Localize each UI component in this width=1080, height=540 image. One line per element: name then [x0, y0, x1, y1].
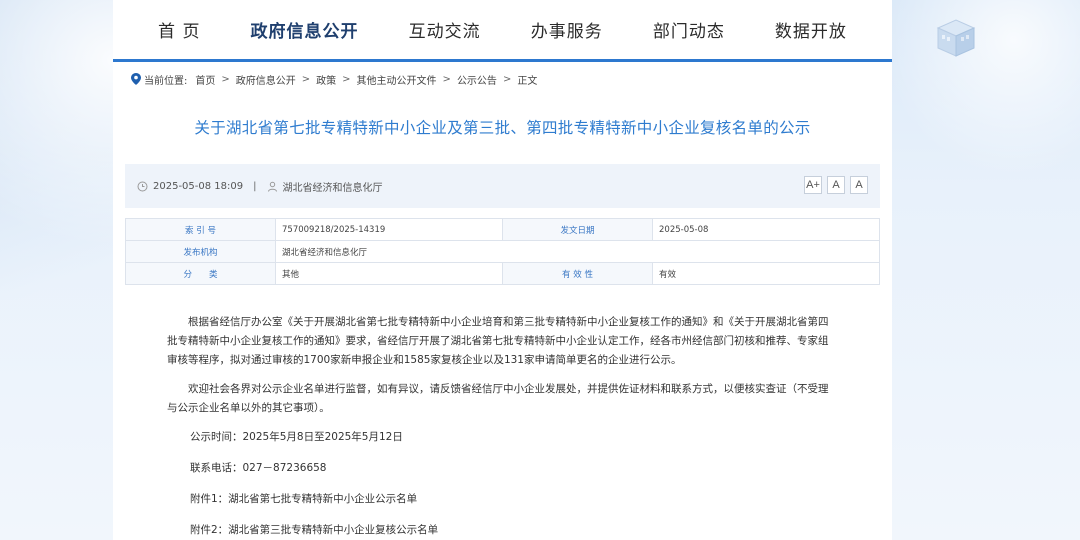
article-source: 湖北省经济和信息化厅	[282, 182, 383, 194]
document-info-table: 索 引 号 757009218/2025-14319 发文日期 2025-05-…	[125, 218, 880, 285]
table-label: 发文日期	[502, 218, 653, 241]
table-value: 其他	[275, 262, 503, 285]
nav-item-services[interactable]: 办事服务	[531, 17, 603, 42]
publish-datetime: 2025-05-08 18:09	[153, 180, 244, 192]
breadcrumb-current: 正文	[517, 75, 538, 87]
table-row: 分 类 其他 有 效 性 有效	[125, 262, 880, 285]
font-size-controls: A+ A A	[804, 176, 868, 194]
article-meta-bar: 2025-05-08 18:09 | 湖北省经济和信息化厅 A+ A A	[125, 164, 880, 208]
breadcrumb-announcements[interactable]: 公示公告	[457, 72, 497, 87]
breadcrumb-other-files[interactable]: 其他主动公开文件	[357, 72, 437, 87]
person-icon	[267, 181, 277, 192]
breadcrumb: 当前位置: 首页 > 政府信息公开 > 政策 > 其他主动公开文件 > 公示公告…	[113, 62, 892, 96]
nav-item-home[interactable]: 首 页	[158, 17, 200, 42]
table-row: 发布机构 湖北省经济和信息化厅	[125, 240, 880, 263]
font-decrease-button[interactable]: A	[850, 176, 868, 194]
breadcrumb-separator: >	[502, 73, 512, 85]
breadcrumb-government-info[interactable]: 政府信息公开	[236, 72, 296, 87]
breadcrumb-home[interactable]: 首页	[195, 72, 215, 87]
nav-item-government-info[interactable]: 政府信息公开	[251, 17, 359, 42]
table-row: 索 引 号 757009218/2025-14319 发文日期 2025-05-…	[125, 218, 880, 241]
body-paragraph: 根据省经信厅办公室《关于开展湖北省第七批专精特新中小企业培育和第三批专精特新中小…	[167, 316, 829, 366]
breadcrumb-separator: >	[221, 73, 230, 85]
announcement-period: 公示时间：2025年5月8日至2025年5月12日	[190, 431, 403, 443]
table-value: 湖北省经济和信息化厅	[275, 240, 880, 263]
breadcrumb-separator: >	[301, 73, 311, 85]
body-paragraph: 欢迎社会各界对公示企业名单进行监督，如有异议，请反馈省经信厅中小企业发展处，并提…	[167, 383, 829, 414]
nav-item-open-data[interactable]: 数据开放	[775, 17, 847, 42]
breadcrumb-separator: >	[342, 73, 351, 85]
table-value: 757009218/2025-14319	[275, 218, 503, 241]
nav-item-interaction[interactable]: 互动交流	[409, 17, 481, 42]
location-pin-icon	[131, 73, 141, 85]
table-label: 索 引 号	[125, 218, 276, 241]
article-body: 根据省经信厅办公室《关于开展湖北省第七批专精特新中小企业培育和第三批专精特新中小…	[167, 313, 838, 540]
city-buildings-icon	[936, 19, 976, 57]
clock-icon	[137, 181, 148, 191]
font-default-button[interactable]: A	[827, 176, 845, 194]
main-content: 首 页 政府信息公开 互动交流 办事服务 部门动态 数据开放 当前位置: 首页 …	[113, 0, 892, 540]
article-title: 关于湖北省第七批专精特新中小企业及第三批、第四批专精特新中小企业复核名单的公示	[194, 119, 811, 137]
table-value: 2025-05-08	[652, 218, 880, 241]
attachment-link-2[interactable]: 附件2：湖北省第三批专精特新中小企业复核公示名单	[167, 521, 838, 540]
table-label: 分 类	[125, 262, 276, 285]
breadcrumb-separator: >	[442, 73, 451, 85]
table-label: 发布机构	[125, 240, 276, 263]
main-navigation: 首 页 政府信息公开 互动交流 办事服务 部门动态 数据开放	[113, 0, 892, 62]
contact-phone: 联系电话：027－87236658	[190, 462, 327, 474]
attachment-link-1[interactable]: 附件1：湖北省第七批专精特新中小企业公示名单	[167, 490, 838, 509]
nav-item-department-news[interactable]: 部门动态	[653, 17, 725, 42]
breadcrumb-policy[interactable]: 政策	[316, 72, 336, 87]
meta-divider: |	[253, 180, 257, 192]
table-value: 有效	[652, 262, 880, 285]
font-increase-button[interactable]: A+	[804, 176, 822, 194]
breadcrumb-label: 当前位置:	[144, 75, 188, 87]
table-label: 有 效 性	[502, 262, 653, 285]
